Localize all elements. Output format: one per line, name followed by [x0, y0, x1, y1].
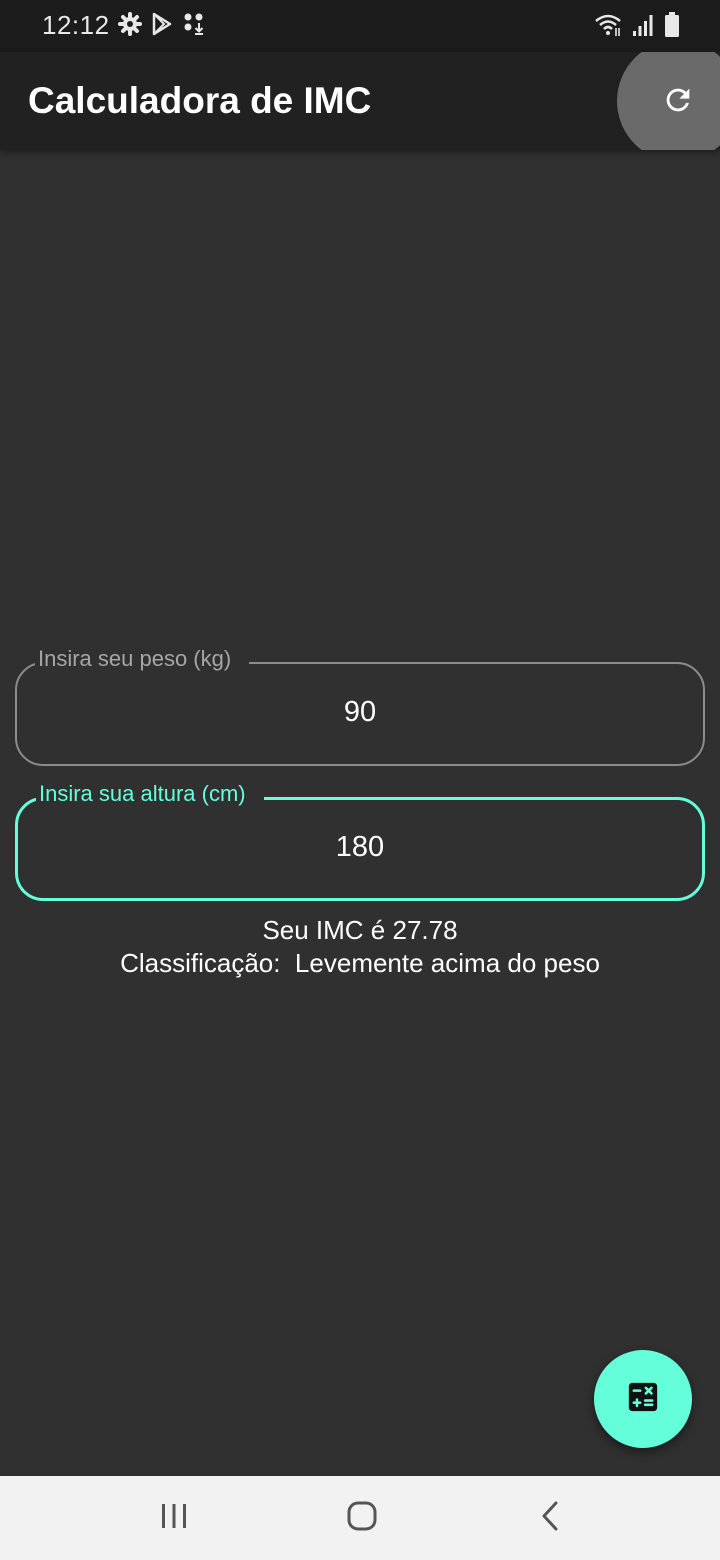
status-notification-icons: [118, 12, 206, 41]
signal-icon: [632, 13, 654, 42]
battery-icon: [664, 12, 680, 43]
weight-field-label: Insira seu peso (kg): [35, 646, 250, 672]
recent-apps-icon: [159, 1502, 189, 1535]
app-screen: 12:12 Calculadora de IMC Insira seu peso…: [0, 0, 720, 1560]
calculate-button[interactable]: [594, 1350, 692, 1448]
height-field[interactable]: Insira sua altura (cm) 180: [15, 781, 705, 901]
height-field-label: Insira sua altura (cm): [36, 781, 264, 807]
calculator-icon: [626, 1380, 660, 1419]
home-icon: [346, 1500, 378, 1537]
app-bar: Calculadora de IMC: [0, 52, 720, 150]
home-button[interactable]: [340, 1496, 384, 1540]
settings-icon: [118, 12, 142, 41]
wifi-icon: [594, 13, 622, 42]
refresh-icon: [661, 83, 695, 122]
refresh-button[interactable]: [652, 76, 704, 128]
page-title: Calculadora de IMC: [28, 80, 372, 121]
status-system-icons: [594, 12, 680, 43]
back-icon: [538, 1500, 562, 1537]
status-time: 12:12: [42, 10, 110, 40]
height-input[interactable]: 180: [18, 831, 702, 864]
bmi-result: Seu IMC é 27.78 Classificação: Levemente…: [0, 914, 720, 980]
system-nav-bar: [0, 1476, 720, 1560]
download-notification-icon: [182, 12, 206, 41]
bmi-value-text: Seu IMC é 27.78: [262, 915, 458, 945]
weight-field[interactable]: Insira seu peso (kg) 90: [15, 646, 705, 766]
recent-apps-button[interactable]: [152, 1496, 196, 1540]
back-button[interactable]: [528, 1496, 572, 1540]
play-store-icon: [150, 12, 174, 41]
status-bar: 12:12: [0, 0, 720, 52]
bmi-classification-text: Classificação: Levemente acima do peso: [120, 948, 600, 978]
weight-input[interactable]: 90: [17, 696, 703, 729]
